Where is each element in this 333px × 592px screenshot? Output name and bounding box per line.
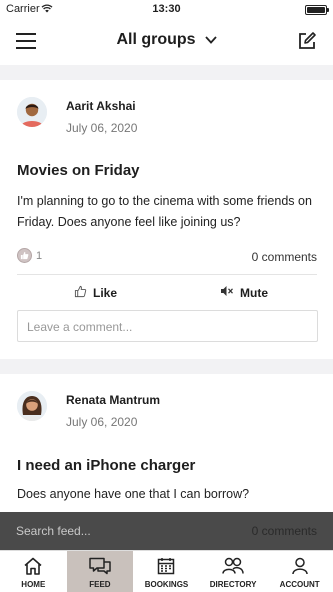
tab-directory[interactable]: DIRECTORY: [200, 551, 267, 592]
like-button[interactable]: Like: [74, 285, 117, 301]
group-selector[interactable]: All groups: [0, 31, 333, 49]
like-badge-icon: [17, 248, 32, 263]
tab-bar: HOME FEED BOOKINGS DIRECTORY ACCOUNT: [0, 550, 333, 592]
status-bar: Carrier 13:30: [0, 0, 333, 20]
tab-home[interactable]: HOME: [0, 551, 67, 592]
mute-label: Mute: [240, 285, 268, 300]
tab-label: ACCOUNT: [279, 580, 320, 589]
feed-icon: [89, 557, 111, 580]
mute-button[interactable]: Mute: [220, 285, 268, 300]
like-label: Like: [93, 286, 118, 300]
compose-icon[interactable]: [297, 31, 317, 56]
tab-label: BOOKINGS: [144, 580, 189, 589]
comments-count[interactable]: 0 comments: [252, 250, 317, 264]
calendar-icon: [157, 557, 175, 580]
search-feed-bar[interactable]: Search feed... 0 comments: [0, 512, 333, 550]
status-time: 13:30: [152, 3, 181, 15]
post-date: July 06, 2020: [66, 415, 138, 429]
tab-bookings[interactable]: BOOKINGS: [133, 551, 200, 592]
search-input[interactable]: Search feed...: [16, 524, 91, 538]
home-icon: [23, 557, 43, 580]
comments-count: 0 comments: [251, 524, 317, 538]
likes-summary[interactable]: 1: [17, 248, 42, 263]
post-body: I'm planning to go to the cinema with so…: [17, 194, 312, 229]
comment-input[interactable]: Leave a comment...: [17, 310, 318, 342]
directory-icon: [222, 557, 244, 580]
post-title: I need an iPhone charger: [17, 457, 196, 474]
likes-count: 1: [36, 249, 43, 262]
feed-post: Aarit Akshai July 06, 2020 Movies on Fri…: [0, 80, 333, 359]
account-icon: [291, 557, 309, 580]
post-author[interactable]: Aarit Akshai: [66, 99, 136, 113]
post-date: July 06, 2020: [66, 121, 138, 135]
battery-icon: [305, 5, 329, 15]
page-title: All groups: [116, 31, 196, 49]
post-body: Does anyone have one that I can borrow?: [17, 487, 250, 501]
chevron-down-icon: [204, 31, 217, 49]
thumbs-up-icon: [74, 285, 93, 301]
navigation-bar: All groups: [0, 20, 333, 65]
post-author[interactable]: Renata Mantrum: [66, 393, 160, 407]
divider: [17, 274, 317, 275]
tab-label: HOME: [21, 580, 46, 589]
tab-feed[interactable]: FEED: [66, 551, 134, 592]
feed-post: Renata Mantrum July 06, 2020 I need an i…: [0, 374, 333, 514]
avatar[interactable]: [17, 97, 47, 127]
avatar[interactable]: [17, 391, 47, 421]
post-title: Movies on Friday: [17, 162, 140, 179]
tab-account[interactable]: ACCOUNT: [266, 551, 333, 592]
tab-label: DIRECTORY: [209, 580, 257, 589]
tab-label: FEED: [89, 580, 111, 589]
mute-icon: [220, 285, 240, 300]
